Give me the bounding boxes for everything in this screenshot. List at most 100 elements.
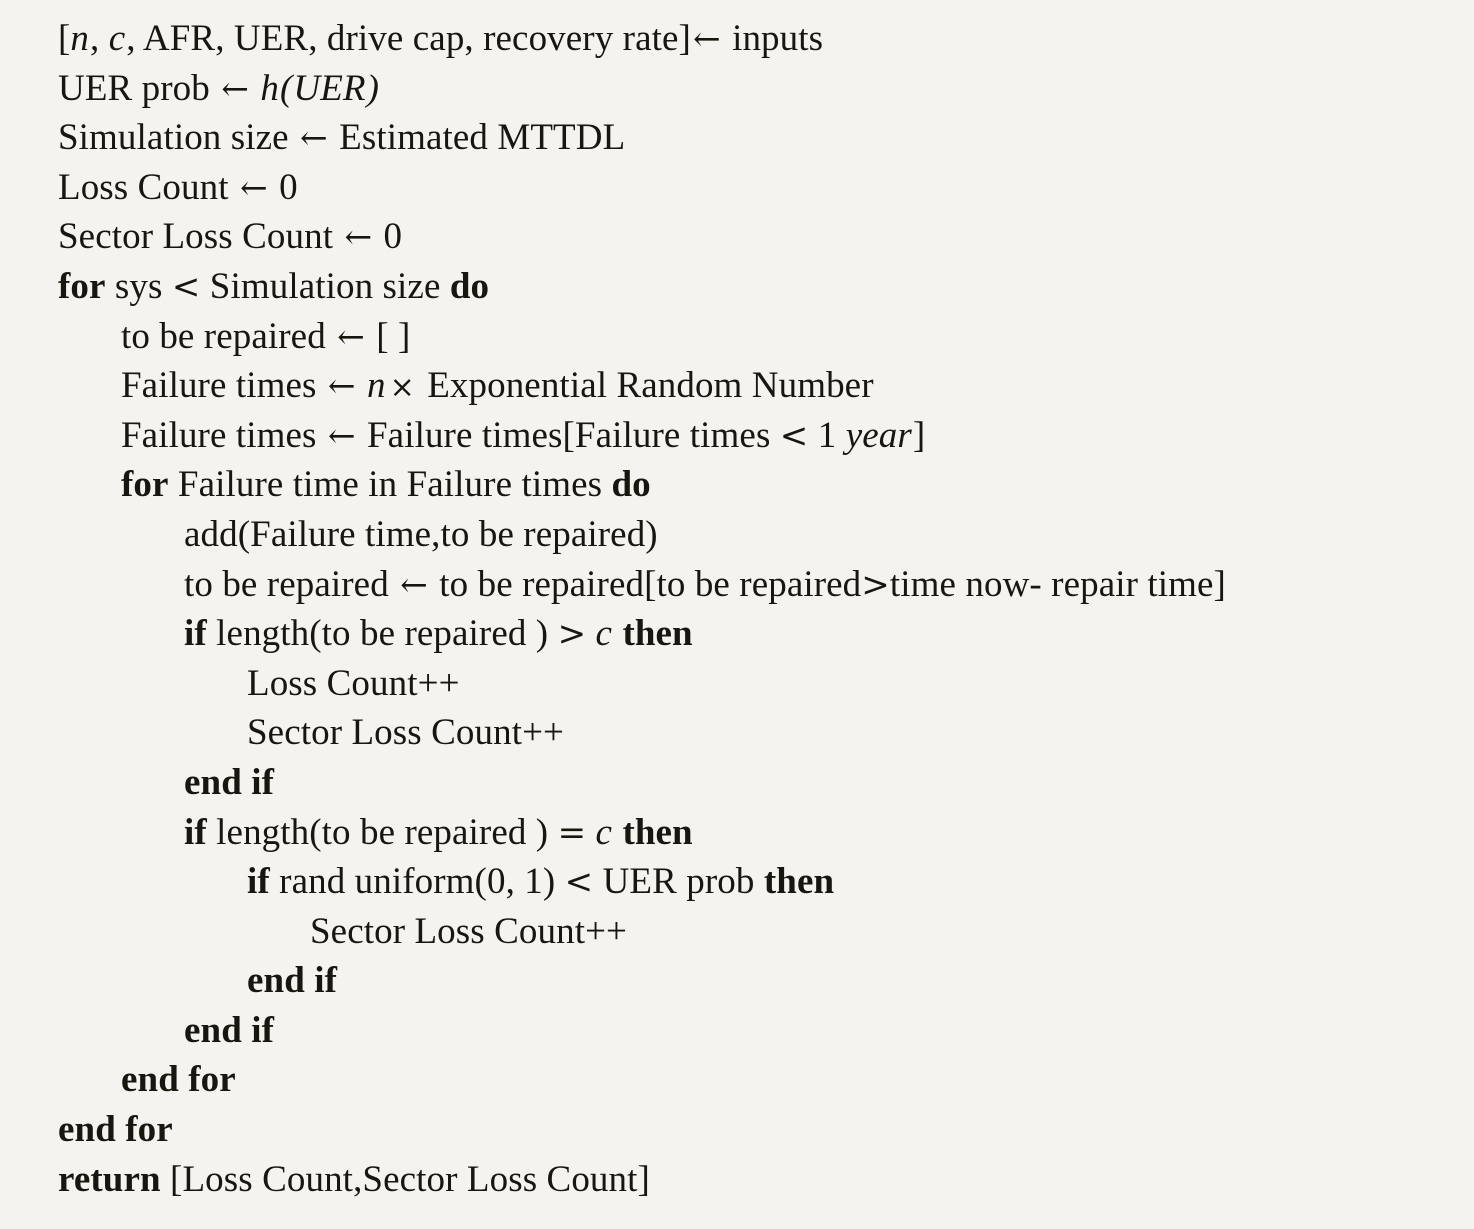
- code-segment: ×: [389, 370, 415, 406]
- line-if-length-eq-c: if length(to be repaired ) = c then: [0, 808, 1474, 858]
- line-end-for-inner: end for: [0, 1055, 1474, 1105]
- code-segment: then: [763, 861, 835, 903]
- algorithm-line-list: [n, c, AFR, UER, drive cap, recovery rat…: [0, 0, 1474, 1204]
- line-loss-count-inc: Loss Count++: [0, 659, 1474, 709]
- code-segment: if: [247, 861, 270, 903]
- code-segment: end for: [121, 1059, 236, 1101]
- line-inputs: [n, c, AFR, UER, drive cap, recovery rat…: [0, 14, 1474, 64]
- code-segment: return: [58, 1158, 161, 1200]
- code-segment: 1: [808, 414, 846, 456]
- code-segment: ←: [300, 118, 328, 158]
- code-segment: c: [595, 613, 613, 655]
- code-segment: sys: [105, 265, 172, 307]
- code-segment: c: [595, 811, 613, 853]
- line-end-for-outer: end for: [0, 1105, 1474, 1155]
- code-segment: Simulation size: [58, 117, 299, 159]
- code-segment: end if: [247, 960, 338, 1002]
- code-segment: Failure times[Failure times: [357, 414, 780, 456]
- code-segment: Exponential Random Number: [417, 365, 874, 407]
- code-segment: Sector Loss Count++: [247, 712, 565, 754]
- code-segment: 0: [374, 216, 403, 258]
- code-segment: >: [861, 564, 890, 605]
- code-segment: , AFR, UER, drive cap, recovery rate]: [126, 18, 691, 59]
- line-sector-loss-count-inc-2: Sector Loss Count++: [0, 907, 1474, 957]
- code-segment: end for: [58, 1109, 173, 1151]
- line-for-failure-time: for Failure time in Failure times do: [0, 460, 1474, 510]
- code-segment: ): [366, 67, 380, 109]
- code-segment: then: [622, 613, 693, 655]
- code-segment: ,: [90, 18, 109, 59]
- code-segment: ←: [337, 316, 365, 356]
- line-to-be-repaired-filter: to be repaired ← to be repaired[to be re…: [0, 560, 1474, 610]
- line-sector-loss-count-inc-1: Sector Loss Count++: [0, 708, 1474, 758]
- code-segment: rand uniform(0: [269, 861, 506, 903]
- code-segment: if: [184, 613, 207, 655]
- code-segment: Failure time in Failure times: [168, 464, 612, 506]
- code-segment: for: [58, 265, 106, 307]
- code-segment: to be repaired[to be repaired: [429, 563, 862, 605]
- line-return: return [Loss Count,Sector Loss Count]: [0, 1155, 1474, 1205]
- code-segment: then: [622, 811, 693, 853]
- code-segment: do: [449, 265, 490, 307]
- code-segment: <: [779, 415, 809, 456]
- code-segment: ,: [505, 861, 525, 903]
- code-segment: length(to be repaired ): [206, 811, 558, 853]
- line-uer-prob: UER prob ← h(UER): [0, 64, 1474, 114]
- line-failure-times-gen: Failure times ← n × Exponential Random Nu…: [0, 361, 1474, 411]
- code-segment: UER prob: [58, 67, 220, 109]
- code-segment: h: [260, 67, 279, 109]
- algorithm-pseudocode-page: [n, c, AFR, UER, drive cap, recovery rat…: [0, 0, 1474, 1229]
- code-segment: add(Failure time,to be repaired): [184, 513, 658, 555]
- code-segment: ]: [912, 414, 926, 456]
- code-segment: for: [121, 464, 169, 506]
- line-for-sys: for sys < Simulation size do: [0, 262, 1474, 312]
- code-segment: inputs: [722, 18, 824, 59]
- code-segment: ←: [327, 415, 356, 455]
- code-segment: Sector Loss Count: [58, 216, 343, 258]
- code-segment: Failure times: [121, 365, 326, 407]
- code-segment: =: [557, 812, 587, 853]
- code-segment: time now- repair time]: [889, 563, 1226, 605]
- code-segment: to be repaired: [184, 563, 399, 605]
- code-segment: end if: [184, 1009, 275, 1051]
- code-segment: <: [564, 862, 594, 903]
- code-segment: >: [557, 614, 587, 655]
- line-if-length-gt-c: if length(to be repaired ) > c then: [0, 609, 1474, 659]
- code-segment: Sector Loss Count++: [310, 910, 628, 952]
- code-segment: to be repaired: [121, 315, 336, 357]
- code-segment: year: [845, 414, 912, 456]
- code-segment: UER prob: [593, 861, 764, 903]
- code-segment: ←: [400, 564, 428, 604]
- code-segment: ←: [344, 217, 373, 257]
- code-segment: c: [108, 18, 126, 59]
- code-segment: ←: [221, 68, 249, 108]
- line-add-failure-time: add(Failure time,to be repaired): [0, 510, 1474, 560]
- line-to-be-repaired-init: to be repaired ← [ ]: [0, 312, 1474, 362]
- line-sector-loss-count-init: Sector Loss Count ← 0: [0, 212, 1474, 262]
- code-segment: (: [279, 67, 293, 109]
- code-segment: Failure times: [121, 414, 326, 456]
- code-segment: end if: [184, 761, 275, 803]
- code-segment: [Loss Count,Sector Loss Count]: [160, 1158, 650, 1200]
- code-segment: 0: [269, 166, 298, 208]
- code-segment: [: [58, 18, 71, 59]
- code-segment: Simulation size: [200, 265, 450, 307]
- code-segment: UER: [293, 67, 366, 109]
- code-segment: ←: [239, 167, 268, 207]
- code-segment: 1): [524, 861, 565, 903]
- code-segment: Estimated MTTDL: [329, 117, 626, 159]
- code-segment: [ ]: [366, 315, 411, 357]
- code-segment: Loss Count++: [247, 662, 460, 704]
- line-failure-times-filter: Failure times ← Failure times[Failure ti…: [0, 411, 1474, 461]
- line-loss-count-init: Loss Count ← 0: [0, 163, 1474, 213]
- code-segment: if: [184, 811, 207, 853]
- code-segment: <: [171, 266, 201, 307]
- code-segment: length(to be repaired ): [206, 613, 558, 655]
- code-segment: Loss Count: [58, 166, 238, 208]
- code-segment: ←: [692, 19, 721, 58]
- line-end-if-2: end if: [0, 956, 1474, 1006]
